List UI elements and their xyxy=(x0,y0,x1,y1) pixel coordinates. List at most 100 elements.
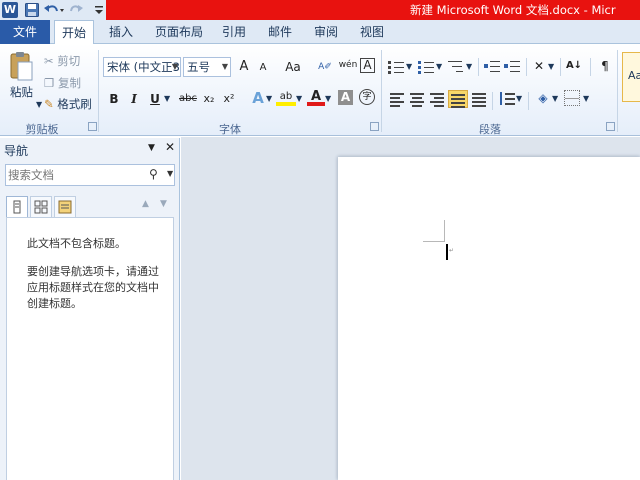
tab-references[interactable]: 引用 xyxy=(216,20,252,44)
results-view-icon xyxy=(58,200,72,214)
italic-button[interactable]: I xyxy=(125,90,143,108)
nav-empty-message: 此文档不包含标题。 xyxy=(27,237,126,250)
copy-button[interactable]: ❐ 复制 xyxy=(44,75,81,91)
cut-button[interactable]: ✂ 剪切 xyxy=(44,53,80,69)
ribbon-tabs: 文件 开始 插入 页面布局 引用 邮件 审阅 视图 xyxy=(0,20,640,45)
pages-view-icon xyxy=(34,200,48,214)
character-shading-button[interactable]: A xyxy=(338,90,353,105)
undo-icon[interactable] xyxy=(43,2,64,18)
tab-pages[interactable] xyxy=(30,196,52,218)
document-area[interactable]: ↵ xyxy=(181,137,640,480)
subscript-button[interactable]: x₂ xyxy=(200,90,218,108)
increase-indent-icon[interactable] xyxy=(504,58,522,76)
next-heading-icon[interactable]: ▼ xyxy=(160,199,167,209)
highlight-arrow-icon[interactable]: ▼ xyxy=(296,94,302,103)
align-left-icon[interactable] xyxy=(388,90,406,108)
tab-mailings[interactable]: 邮件 xyxy=(262,20,298,44)
group-separator xyxy=(617,50,618,132)
underline-arrow-icon[interactable]: ▼ xyxy=(164,94,170,103)
text-effects-button[interactable]: A xyxy=(249,89,267,107)
numbering-arrow-icon[interactable]: ▼ xyxy=(436,62,442,71)
clear-formatting-button[interactable]: A✐ xyxy=(314,58,336,76)
underline-button[interactable]: U xyxy=(146,90,164,108)
chevron-down-icon: ▼ xyxy=(221,62,228,71)
bullets-arrow-icon[interactable]: ▼ xyxy=(406,62,412,71)
redo-icon[interactable] xyxy=(68,2,84,18)
justify-icon[interactable] xyxy=(448,90,468,108)
superscript-button[interactable]: x² xyxy=(220,90,238,108)
format-painter-button[interactable]: ✎ 格式刷 xyxy=(44,96,92,112)
tab-home[interactable]: 开始 xyxy=(54,20,94,45)
separator xyxy=(560,58,561,76)
tab-page-layout[interactable]: 页面布局 xyxy=(150,20,208,44)
clipboard-launcher-icon[interactable] xyxy=(88,122,97,131)
copy-icon: ❐ xyxy=(44,76,55,90)
search-options-icon[interactable]: ▼ xyxy=(167,169,173,178)
paste-icon[interactable] xyxy=(8,50,36,84)
distributed-icon[interactable] xyxy=(470,90,488,108)
nav-options-icon[interactable]: ▼ xyxy=(148,143,155,153)
paste-button[interactable]: 粘贴 xyxy=(10,84,33,100)
multilevel-list-icon[interactable] xyxy=(448,58,466,76)
tab-insert[interactable]: 插入 xyxy=(102,20,140,44)
word-logo-icon[interactable]: W xyxy=(2,2,18,18)
font-color-button[interactable]: A xyxy=(307,88,325,106)
title-bar: W 新建 Microsoft Word 文档.docx - Micr xyxy=(0,0,640,20)
tab-view[interactable]: 视图 xyxy=(354,20,390,44)
separator xyxy=(492,92,493,110)
sort-icon[interactable]: A↓ xyxy=(565,57,583,75)
font-size-select[interactable]: 五号 ▼ xyxy=(183,57,231,77)
separator xyxy=(478,58,479,76)
align-center-icon[interactable] xyxy=(408,90,426,108)
font-launcher-icon[interactable] xyxy=(370,122,379,131)
nav-pane-title: 导航 xyxy=(4,144,29,158)
grow-font-button[interactable]: A xyxy=(235,58,253,76)
enclose-characters-button[interactable]: 字 xyxy=(359,89,375,105)
search-icon[interactable]: ⚲ xyxy=(149,167,158,181)
save-icon[interactable] xyxy=(24,2,40,18)
shading-icon[interactable]: ◈ xyxy=(534,89,552,107)
font-group-label: 字体 xyxy=(219,123,241,136)
group-separator xyxy=(381,50,382,132)
search-input[interactable] xyxy=(8,166,143,184)
phonetic-guide-button[interactable]: wén xyxy=(338,56,358,74)
numbering-icon[interactable] xyxy=(418,58,436,76)
multilevel-arrow-icon[interactable]: ▼ xyxy=(466,62,472,71)
document-page[interactable]: ↵ xyxy=(338,157,640,480)
paragraph-launcher-icon[interactable] xyxy=(606,122,615,131)
asian-layout-icon[interactable]: ✕ xyxy=(530,57,548,75)
tab-headings[interactable] xyxy=(6,196,28,218)
tab-file[interactable]: 文件 xyxy=(0,20,50,44)
decrease-indent-icon[interactable] xyxy=(484,58,502,76)
borders-icon[interactable] xyxy=(564,90,580,106)
paste-arrow-icon[interactable]: ▼ xyxy=(36,100,42,109)
bullets-icon[interactable] xyxy=(388,58,406,76)
change-case-button[interactable]: Aa xyxy=(280,58,306,76)
format-painter-label: 格式刷 xyxy=(57,97,92,111)
font-color-arrow-icon[interactable]: ▼ xyxy=(325,94,331,103)
text-effects-arrow-icon[interactable]: ▼ xyxy=(266,94,272,103)
clear-formatting-icon: A✐ xyxy=(318,62,332,72)
highlight-button[interactable]: ab xyxy=(276,88,296,106)
margin-corner-mark xyxy=(444,220,445,242)
tab-review[interactable]: 审阅 xyxy=(308,20,344,44)
close-icon[interactable]: ✕ xyxy=(165,140,175,154)
align-right-icon[interactable] xyxy=(428,90,446,108)
bold-button[interactable]: B xyxy=(105,90,123,108)
show-marks-icon[interactable]: ¶ xyxy=(596,57,614,75)
style-gallery-item[interactable]: Aa xyxy=(622,52,640,102)
previous-heading-icon[interactable]: ▲ xyxy=(142,199,149,209)
borders-arrow-icon[interactable]: ▼ xyxy=(583,94,589,103)
font-name-select[interactable]: 宋体 (中文正3 ▼ xyxy=(103,57,181,77)
shading-arrow-icon[interactable]: ▼ xyxy=(552,94,558,103)
shrink-font-button[interactable]: A xyxy=(254,59,272,77)
character-border-button[interactable]: A xyxy=(360,58,375,73)
tab-results[interactable] xyxy=(54,196,76,218)
headings-view-icon xyxy=(13,200,21,214)
asian-layout-arrow-icon[interactable]: ▼ xyxy=(548,62,554,71)
strikethrough-button[interactable]: abc xyxy=(176,90,200,108)
nav-search-box[interactable]: ⚲ ▼ xyxy=(5,164,175,186)
line-spacing-arrow-icon[interactable]: ▼ xyxy=(516,94,522,103)
line-spacing-icon[interactable] xyxy=(498,90,516,108)
nav-help-message: 要创建导航选项卡，请通过应用标题样式在您的文档中创建标题。 xyxy=(27,265,159,310)
